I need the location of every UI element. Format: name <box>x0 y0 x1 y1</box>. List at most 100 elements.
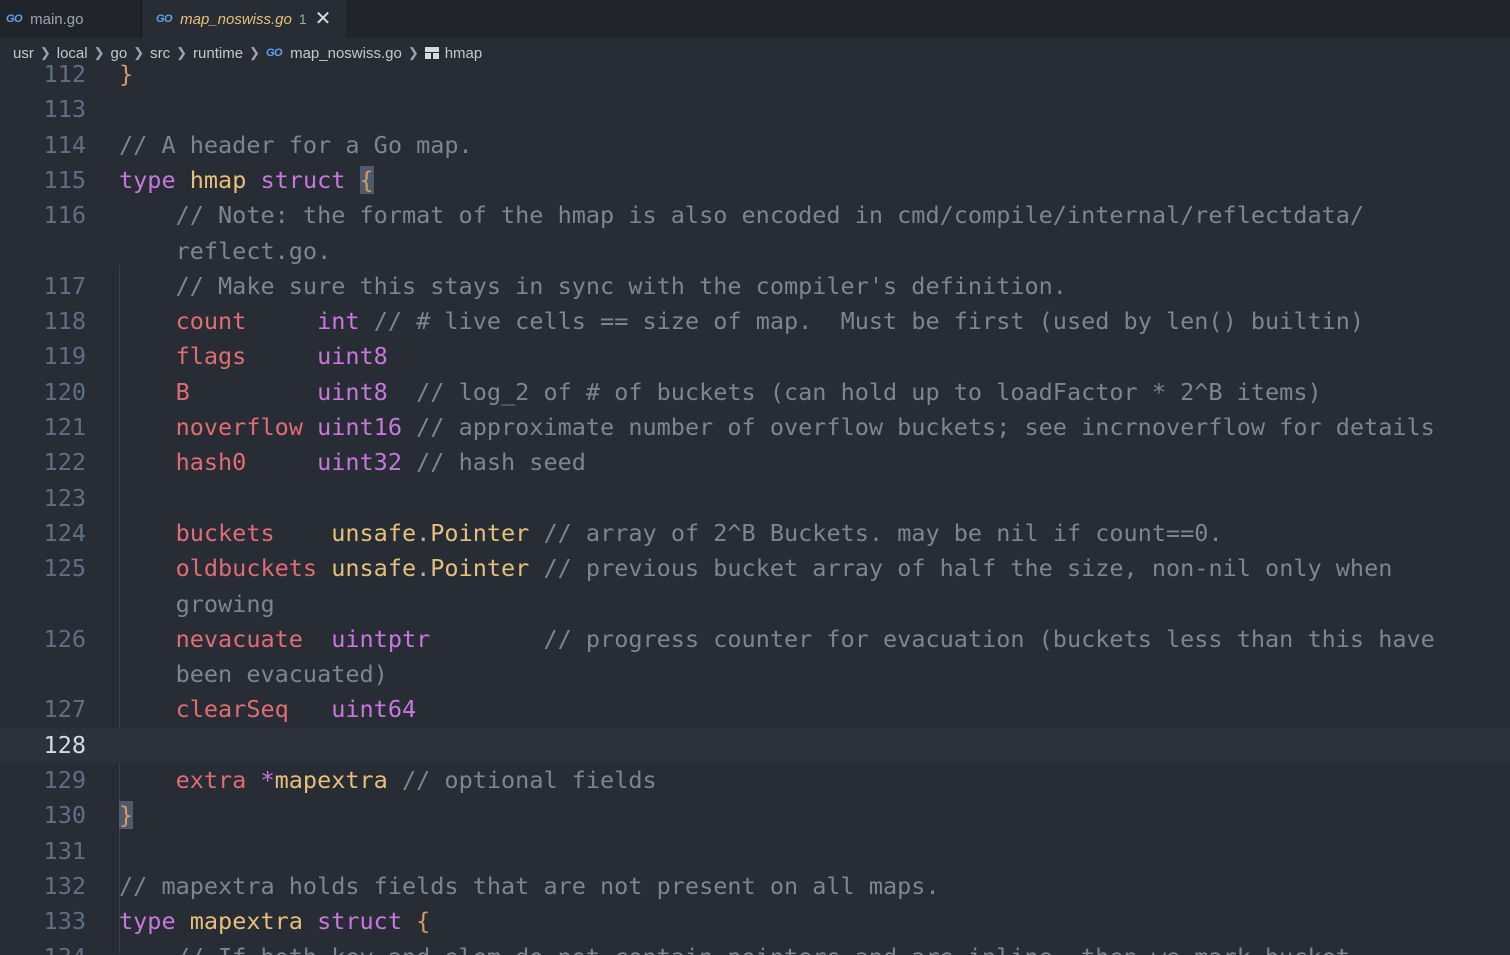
code-comment: // log_2 of # of buckets (can hold up to… <box>416 377 1322 406</box>
code-comment: // If both key and elem do not contain p… <box>176 943 1350 955</box>
line-content: // Note: the format of the hmap is also … <box>119 198 1364 233</box>
code-line[interactable]: 133 type mapextra struct { <box>0 904 1510 939</box>
line-number: 129 <box>43 766 86 794</box>
line-number: 127 <box>43 695 86 724</box>
line-number: 121 <box>43 413 86 441</box>
line-content: type hmap struct { <box>119 163 374 198</box>
line-content: buckets unsafe.Pointer // array of 2^B B… <box>119 516 1223 551</box>
code-line[interactable]: 117 // Make sure this stays in sync with… <box>0 269 1510 304</box>
keyword: type <box>119 907 176 936</box>
code-comment: // approximate number of overflow bucket… <box>416 413 1435 441</box>
code-line[interactable]: 113 <box>0 92 1510 127</box>
code-line[interactable]: 131 <box>0 834 1510 869</box>
tab-main-go[interactable]: GO main.go <box>0 0 142 38</box>
close-icon[interactable]: ✕ <box>315 9 332 29</box>
code-line[interactable]: 119 flags uint8 <box>0 339 1510 374</box>
field-type: uint8 <box>317 377 388 406</box>
line-number: 112 <box>43 60 86 88</box>
line-number: 124 <box>43 518 86 547</box>
code-editor[interactable]: 112} 113 114 // A header for a Go map. 115 ty… <box>0 60 1510 955</box>
line-number: 113 <box>43 95 86 124</box>
line-content: } <box>119 798 134 833</box>
keyword: struct <box>260 165 346 194</box>
line-number <box>0 587 86 622</box>
code-line[interactable]: growing <box>0 587 1510 622</box>
code-line[interactable]: 115 type hmap struct { <box>0 163 1510 198</box>
line-content: // If both key and elem do not contain p… <box>119 940 1350 955</box>
code-token: . <box>416 518 431 547</box>
code-line[interactable]: reflect.go. <box>0 234 1510 269</box>
code-comment: growing <box>175 589 275 618</box>
code-comment: // progress counter for evacuation (buck… <box>543 624 1435 653</box>
tab-label: main.go <box>30 10 84 28</box>
code-line[interactable]: 124 buckets unsafe.Pointer // array of 2… <box>0 516 1510 551</box>
line-content: growing <box>119 587 275 622</box>
code-line[interactable]: 129 extra *mapextra // optional fields <box>0 763 1510 798</box>
line-number: 122 <box>43 448 86 477</box>
code-line[interactable]: 130} <box>0 798 1510 833</box>
tab-map-noswiss-go[interactable]: GO map_noswiss.go 1 ✕ <box>142 0 346 38</box>
code-line[interactable]: been evacuated) <box>0 657 1510 692</box>
line-number: 123 <box>43 483 86 512</box>
code-comment: // optional fields <box>401 766 657 794</box>
code-line[interactable]: 126 nevacuate uintptr // progress counte… <box>0 622 1510 657</box>
line-number: 115 <box>43 165 86 194</box>
code-line[interactable]: 123 <box>0 481 1510 516</box>
code-comment: // # live cells == size of map. Must be … <box>373 307 1365 336</box>
code-line[interactable]: 121 noverflow uint16 // approximate numb… <box>0 410 1510 445</box>
struct-field-name: noverflow <box>175 413 318 441</box>
field-type: uintptr <box>331 624 431 653</box>
field-type: mapextra <box>274 766 388 794</box>
line-content: count int // # live cells == size of map… <box>119 304 1364 339</box>
code-line[interactable]: 118 count int // # live cells == size of… <box>0 304 1510 339</box>
code-line[interactable]: 112} <box>0 57 1510 92</box>
code-line[interactable]: 120 B uint8 // log_2 of # of buckets (ca… <box>0 375 1510 410</box>
code-comment: // hash seed <box>416 448 586 477</box>
code-comment: // Make sure this stays in sync with the… <box>175 271 1067 300</box>
code-comment: // A header for a Go map. <box>119 130 473 159</box>
code-line[interactable]: 134 // If both key and elem do not conta… <box>0 940 1510 955</box>
line-number: 133 <box>43 907 86 936</box>
code-line[interactable]: 125 oldbuckets unsafe.Pointer // previou… <box>0 551 1510 586</box>
tab-label: map_noswiss.go <box>180 10 292 28</box>
line-number <box>0 234 86 269</box>
line-number: 114 <box>43 130 86 159</box>
line-number: 131 <box>43 836 86 865</box>
code-line[interactable]: 114 // A header for a Go map. <box>0 128 1510 163</box>
code-line[interactable]: 116 // Note: the format of the hmap is a… <box>0 198 1510 233</box>
field-type: uint8 <box>317 342 388 371</box>
code-line[interactable]: 122 hash0 uint32 // hash seed <box>0 445 1510 480</box>
code-line[interactable]: 127 clearSeq uint64 <box>0 692 1510 727</box>
line-content: } <box>119 57 133 92</box>
line-content: noverflow uint16 // approximate number o… <box>119 410 1435 445</box>
keyword: struct <box>317 907 402 936</box>
keyword: type <box>119 165 176 194</box>
code-line[interactable]: 128 <box>0 727 1510 763</box>
line-content: oldbuckets unsafe.Pointer // previous bu… <box>119 551 1393 586</box>
line-content: hash0 uint32 // hash seed <box>119 445 586 480</box>
code-line[interactable]: 132 // mapextra holds fields that are not… <box>0 869 1510 904</box>
line-number: 125 <box>43 554 86 583</box>
line-content: reflect.go. <box>119 234 332 269</box>
line-number: 128 <box>43 730 86 759</box>
struct-field-name: flags <box>175 342 318 371</box>
type-name: hmap <box>189 165 247 194</box>
struct-field-name: hash0 <box>175 448 318 477</box>
